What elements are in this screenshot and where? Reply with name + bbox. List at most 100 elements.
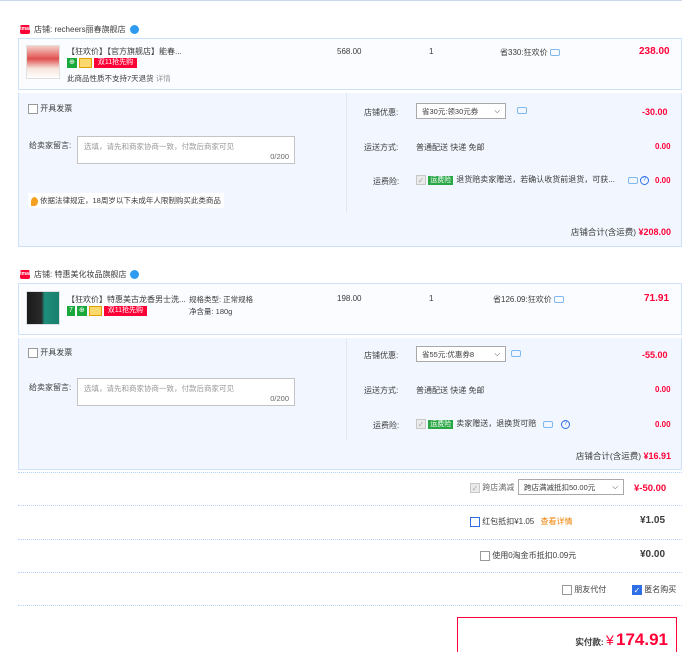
subtotal-row: 店铺合计(含运费) ¥208.00	[571, 226, 671, 238]
coupon-amount: -30.00	[642, 107, 668, 117]
insurance-text: 退货赔卖家赠送，若确认收货前退货，可获...	[456, 175, 615, 184]
coupon-select[interactable]: 省30元:领30元券 ⌵	[416, 103, 506, 119]
original-price: 198.00	[337, 294, 362, 303]
message-placeholder: 选填，请先和商家协商一致，付款后商家可见	[84, 142, 234, 151]
product-image[interactable]	[26, 291, 60, 325]
coin-option[interactable]: 使用0淘金币抵扣0.09元	[480, 550, 576, 561]
friend-pay-option[interactable]: 朋友代付	[562, 584, 606, 595]
divider	[18, 539, 682, 540]
delivery-label: 运送方式:	[364, 143, 399, 152]
original-price: 568.00	[337, 47, 362, 56]
insurance-amount: 0.00	[655, 176, 671, 185]
delivery-label: 运送方式:	[364, 386, 399, 395]
item-row: 【狂欢价】特惠美古龙香男士洗... 7 ⊕ 双11抢先购 规格类型: 正常规格 净含…	[18, 283, 682, 335]
subtotal-value: ¥16.91	[643, 451, 671, 461]
subtotal-value: ¥208.00	[638, 227, 671, 237]
red-packet-amount: ¥1.05	[640, 515, 666, 526]
quantity: 1	[429, 47, 434, 56]
coupon-value: 省55元:优惠券8	[422, 349, 475, 359]
subtotal-label: 店铺合计(含运费)	[575, 451, 642, 461]
invoice-checkbox[interactable]	[28, 103, 38, 114]
insurance-checkbox: ✓	[416, 418, 426, 429]
return-note-text: 此商品性质不支持7天退货	[67, 74, 154, 83]
discount-text: 省126.09:狂欢价	[493, 295, 552, 304]
shop-name[interactable]: 店铺: recheers丽春旗舰店	[34, 24, 126, 35]
red-packet-option[interactable]: 红包抵扣¥1.05 查看详情	[470, 516, 573, 527]
column-divider	[346, 338, 347, 440]
anonymous-checkbox[interactable]: ✓	[632, 584, 642, 595]
cross-store-option: ✓ 跨店满减	[470, 482, 514, 493]
total-currency: ¥	[605, 632, 614, 648]
red-packet-label: 红包抵扣¥1.05	[482, 517, 535, 526]
discount-info: 省330:狂欢价	[500, 47, 560, 58]
wangwang-icon[interactable]	[129, 24, 139, 34]
red-packet-checkbox[interactable]	[470, 516, 480, 527]
delivery-amount: 0.00	[655, 385, 671, 394]
divider	[18, 472, 682, 473]
invoice-label: 开具发票	[40, 104, 73, 113]
chat-icon[interactable]	[517, 107, 527, 114]
coin-amount: ¥0.00	[640, 549, 666, 560]
message-label: 给卖家留言:	[29, 141, 72, 150]
card-icon	[78, 58, 92, 68]
badge-row: 7 ⊕ 双11抢先购	[67, 306, 149, 316]
invoice-option[interactable]: 开具发票	[28, 347, 72, 358]
coupon-select[interactable]: 省55元:优惠券8 ⌵	[416, 346, 506, 362]
chat-icon[interactable]	[628, 177, 638, 184]
sku-line-2: 净含量: 180g	[189, 307, 233, 316]
invoice-checkbox[interactable]	[28, 347, 38, 358]
chat-icon[interactable]	[553, 296, 564, 304]
chevron-down-icon: ⌵	[494, 106, 500, 115]
friend-pay-checkbox[interactable]	[562, 584, 572, 595]
quantity: 1	[429, 294, 434, 303]
seven-day-icon: ⊕	[67, 58, 77, 68]
insurance-text: 卖家赠送，退换货可赔	[456, 419, 537, 428]
anonymous-option[interactable]: ✓ 匿名购买	[632, 584, 676, 595]
delivery-amount: 0.00	[655, 142, 671, 151]
message-input[interactable]: 选填，请先和商家协商一致，付款后商家可见 0/200	[77, 378, 295, 406]
insurance-amount: 0.00	[655, 420, 671, 429]
delivery-value: 普通配送 快递 免邮	[416, 386, 485, 395]
chat-icon[interactable]	[549, 49, 560, 57]
chat-icon[interactable]	[543, 421, 553, 428]
message-counter: 0/200	[270, 152, 289, 161]
cross-store-label: 跨店满减	[482, 483, 515, 492]
insurance-row: ✓ 运费险 退货赔卖家赠送，若确认收货前退货，可获...	[416, 174, 626, 185]
product-title[interactable]: 【狂欢价】【官方旗舰店】能春...	[67, 46, 197, 57]
insurance-tag: 运费险	[428, 420, 454, 429]
divider	[18, 572, 682, 573]
message-input[interactable]: 选填，请先和商家协商一致，付款后商家可见 0/200	[77, 136, 295, 164]
cross-store-value: 跨店满减抵扣50.00元	[524, 482, 596, 492]
total-value: 174.91	[616, 630, 668, 649]
tmall-icon: tmall	[20, 24, 32, 34]
divider	[18, 505, 682, 506]
shop-subtotal: 店铺合计(含运费) ¥208.00	[18, 213, 682, 247]
wangwang-icon[interactable]	[130, 269, 140, 279]
shop-header: tmall 店铺: recheers丽春旗舰店	[20, 20, 139, 38]
cross-store-checkbox: ✓	[470, 482, 480, 493]
discount-text: 省330:狂欢价	[500, 48, 548, 57]
help-icon[interactable]: ?	[561, 420, 570, 429]
cross-store-select[interactable]: 跨店满减抵扣50.00元 ⌵	[518, 479, 624, 495]
coupon-amount: -55.00	[642, 350, 668, 360]
help-icon[interactable]: ?	[640, 176, 649, 185]
message-placeholder: 选填，请先和商家协商一致，付款后商家可见	[84, 384, 234, 393]
coupon-value: 省30元:领30元券	[422, 106, 479, 116]
item-price: 71.91	[644, 293, 670, 304]
details-link[interactable]: 详情	[156, 74, 171, 83]
product-title[interactable]: 【狂欢价】特惠美古龙香男士洗...	[67, 294, 187, 305]
insurance-tag: 运费险	[428, 176, 454, 185]
invoice-option[interactable]: 开具发票	[28, 103, 72, 114]
coin-checkbox[interactable]	[480, 550, 490, 561]
message-counter: 0/200	[270, 394, 289, 403]
friend-pay-label: 朋友代付	[574, 585, 607, 594]
return-note: 此商品性质不支持7天退货 详情	[67, 73, 171, 84]
view-details-link[interactable]: 查看详情	[541, 517, 573, 526]
invoice-label: 开具发票	[40, 348, 73, 357]
order-options: 开具发票 给卖家留言: 选填，请先和商家协商一致，付款后商家可见 0/200 依…	[18, 93, 682, 213]
product-image[interactable]	[26, 45, 60, 79]
anonymous-label: 匿名购买	[644, 585, 677, 594]
chat-icon[interactable]	[511, 350, 521, 357]
shop-name[interactable]: 店铺: 特惠美化妆品旗舰店	[34, 269, 126, 280]
total-label: 实付款:	[575, 637, 604, 647]
